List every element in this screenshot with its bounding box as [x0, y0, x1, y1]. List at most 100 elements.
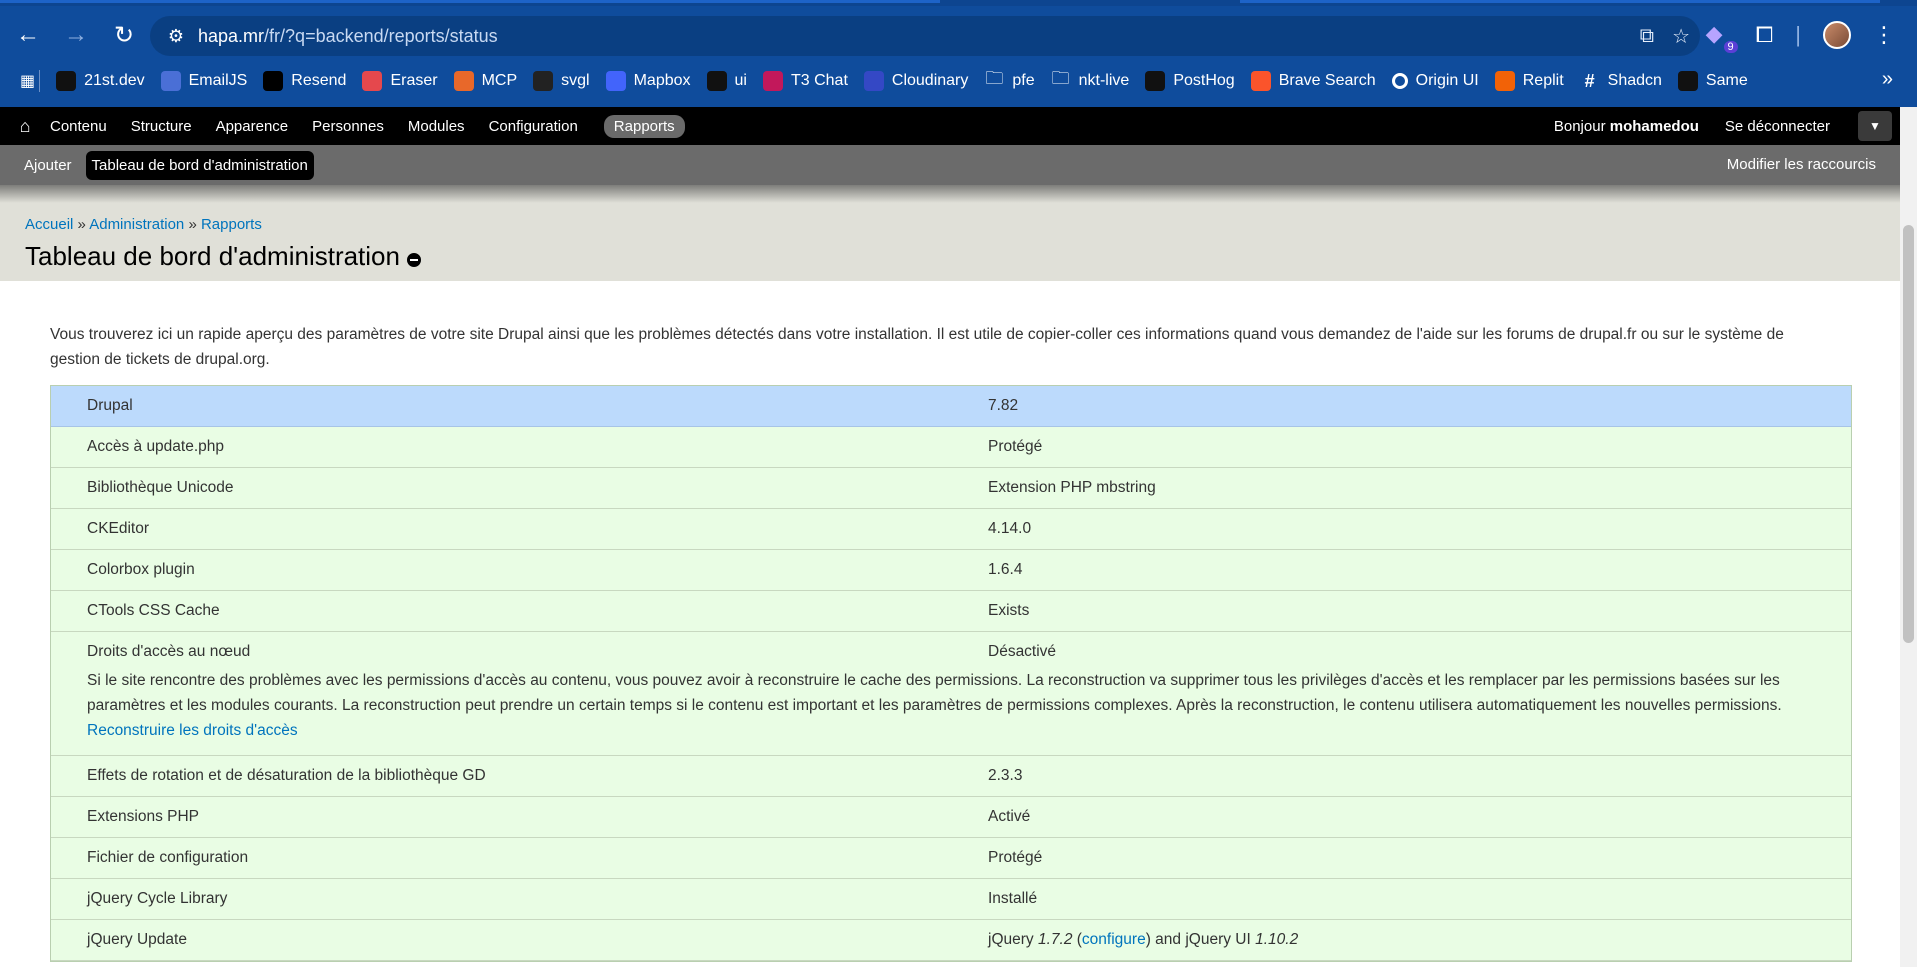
status-value: 1.6.4 [988, 561, 1023, 578]
menu-modules[interactable]: Modules [408, 118, 465, 135]
cloudinary-icon [863, 71, 884, 91]
folder-icon: 🗀 [1051, 68, 1070, 88]
address-bar[interactable]: ⚙ hapa.mr/fr/?q=backend/reports/status ⧉… [150, 16, 1700, 56]
bookmark-cloudinary[interactable]: Cloudinary [863, 71, 968, 91]
bookmarks-divider [39, 70, 41, 92]
edit-shortcuts-link[interactable]: Modifier les raccourcis [1727, 156, 1876, 173]
status-row: Extensions PHP Activé [51, 797, 1851, 838]
bookmark-posthog[interactable]: PostHog [1145, 71, 1235, 91]
status-key: Fichier de configuration [87, 849, 249, 866]
bookmarks-bar: ▦ 21st.dev EmailJS Resend Eraser MCP svgl Mapb… [0, 64, 1917, 98]
bookmark-shadcn[interactable]: # Shadcn [1580, 71, 1662, 91]
bookmark-label: Mapbox [633, 72, 691, 89]
status-key: jQuery Update [87, 931, 187, 948]
forward-icon[interactable]: → [56, 15, 96, 55]
shortcut-dashboard[interactable]: Tableau de bord d'administration [85, 150, 314, 180]
rebuild-permissions-link[interactable]: Reconstruire les droits d'accès [87, 722, 298, 739]
bookmark-svgl[interactable]: svgl [533, 71, 590, 91]
bookmark-label: PostHog [1173, 72, 1235, 89]
active-tab-edge[interactable] [0, 0, 940, 3]
profile-avatar[interactable] [1823, 21, 1851, 49]
more-bookmarks-icon[interactable]: » [1882, 68, 1893, 91]
bookmark-resend[interactable]: Resend [263, 71, 346, 91]
bookmark-mcp[interactable]: MCP [453, 71, 517, 91]
graduation-cap-icon: ◆ [1705, 21, 1723, 46]
inactive-tab-edge[interactable] [1240, 0, 1880, 3]
menu-contenu[interactable]: Contenu [50, 118, 107, 135]
status-key: Extensions PHP [87, 808, 199, 825]
browser-menu-icon[interactable]: ⋮ [1873, 22, 1895, 48]
menu-configuration[interactable]: Configuration [489, 118, 578, 135]
extension-icon[interactable]: ◆ 9 [1705, 21, 1738, 53]
bookmark-nkt-live[interactable]: 🗀 nkt-live [1051, 68, 1130, 91]
jquery-label: jQuery [988, 931, 1034, 948]
shadcn-icon: # [1584, 70, 1595, 91]
bookmark-label: pfe [1012, 72, 1035, 89]
status-row: CKEditor 4.14.0 [51, 509, 1851, 550]
reload-icon[interactable]: ↻ [104, 15, 144, 55]
add-shortcut-link[interactable]: Ajouter [24, 157, 72, 174]
status-key: Bibliothèque Unicode [87, 479, 234, 496]
status-row: Colorbox plugin 1.6.4 [51, 550, 1851, 591]
logout-link[interactable]: Se déconnecter [1725, 118, 1830, 135]
bookmark-t3-chat[interactable]: T3 Chat [762, 71, 848, 91]
shortcuts-toggle-icon[interactable]: ▼ [1858, 111, 1892, 141]
scrollbar-thumb[interactable] [1903, 225, 1914, 643]
apps-grid-icon[interactable]: ▦ [20, 71, 35, 91]
status-key: Droits d'accès au nœud [87, 643, 251, 660]
bookmark-eraser[interactable]: Eraser [362, 71, 438, 91]
main-content: Vous trouverez ici un rapide aperçu des … [0, 281, 1900, 967]
bookmark-star-icon[interactable]: ☆ [1672, 24, 1690, 49]
url-host: hapa.mr [198, 25, 265, 46]
bookmark-ui[interactable]: ui [706, 71, 747, 91]
username[interactable]: mohamedou [1610, 118, 1699, 135]
bookmark-mapbox[interactable]: Mapbox [605, 71, 691, 91]
bookmark-label: T3 Chat [790, 72, 848, 89]
site-info-icon[interactable]: ⚙ [156, 26, 196, 47]
menu-rapports[interactable]: Rapports [603, 114, 685, 138]
ui-icon [706, 71, 727, 91]
breadcrumb-rapports[interactable]: Rapports [201, 216, 262, 233]
extensions-puzzle-icon[interactable]: ⧠ [1756, 22, 1774, 48]
browser-chrome: ← → ↻ ⚙ hapa.mr/fr/?q=backend/reports/st… [0, 0, 1917, 107]
url-text[interactable]: hapa.mr/fr/?q=backend/reports/status [198, 26, 498, 47]
remove-shortcut-icon[interactable] [407, 253, 421, 267]
breadcrumb-administration[interactable]: Administration [89, 216, 184, 233]
extension-badge: 9 [1723, 41, 1738, 53]
jquery-ui-label: and jQuery UI [1155, 931, 1251, 948]
bookmark-same[interactable]: Same [1677, 71, 1748, 91]
breadcrumb: Accueil » Administration » Rapports [25, 216, 262, 233]
breadcrumb-accueil[interactable]: Accueil [25, 216, 73, 233]
bookmark-brave-search[interactable]: Brave Search [1250, 71, 1376, 91]
bookmark-label: Eraser [390, 72, 438, 89]
status-value: Protégé [988, 849, 1043, 866]
bookmark-label: 21st.dev [84, 72, 145, 89]
home-icon[interactable]: ⌂ [0, 116, 50, 137]
page-scrollbar[interactable] [1900, 107, 1917, 967]
resend-icon [263, 71, 284, 91]
bookmark-21st-dev[interactable]: 21st.dev [56, 71, 145, 91]
bookmark-label: Origin UI [1415, 72, 1479, 89]
same-icon [1677, 71, 1698, 91]
menu-apparence[interactable]: Apparence [216, 118, 289, 135]
bookmark-label: Brave Search [1278, 72, 1376, 89]
status-key: jQuery Cycle Library [87, 890, 228, 907]
back-icon[interactable]: ← [8, 15, 48, 55]
t3chat-icon [762, 71, 783, 91]
folder-icon: 🗀 [985, 68, 1004, 88]
menu-structure[interactable]: Structure [131, 118, 192, 135]
bookmark-pfe[interactable]: 🗀 pfe [984, 68, 1035, 91]
bookmark-replit[interactable]: Replit [1494, 71, 1564, 91]
bookmark-label: Shadcn [1607, 72, 1662, 89]
menu-personnes[interactable]: Personnes [312, 118, 384, 135]
status-report-table: Drupal 7.82 Accès à update.php Protégé Bibli… [50, 385, 1852, 962]
mcp-icon [453, 71, 474, 91]
bookmark-emailjs[interactable]: EmailJS [160, 71, 247, 91]
status-row: Droits d'accès au nœud Désactivé Si le sit… [51, 632, 1851, 756]
status-row: Drupal 7.82 [51, 386, 1851, 427]
translate-icon[interactable]: ⧉ [1640, 25, 1654, 48]
bookmark-label: Replit [1522, 72, 1564, 89]
status-value: Exists [988, 602, 1030, 619]
jquery-configure-link[interactable]: configure [1082, 931, 1146, 948]
bookmark-origin-ui[interactable]: Origin UI [1391, 72, 1479, 90]
